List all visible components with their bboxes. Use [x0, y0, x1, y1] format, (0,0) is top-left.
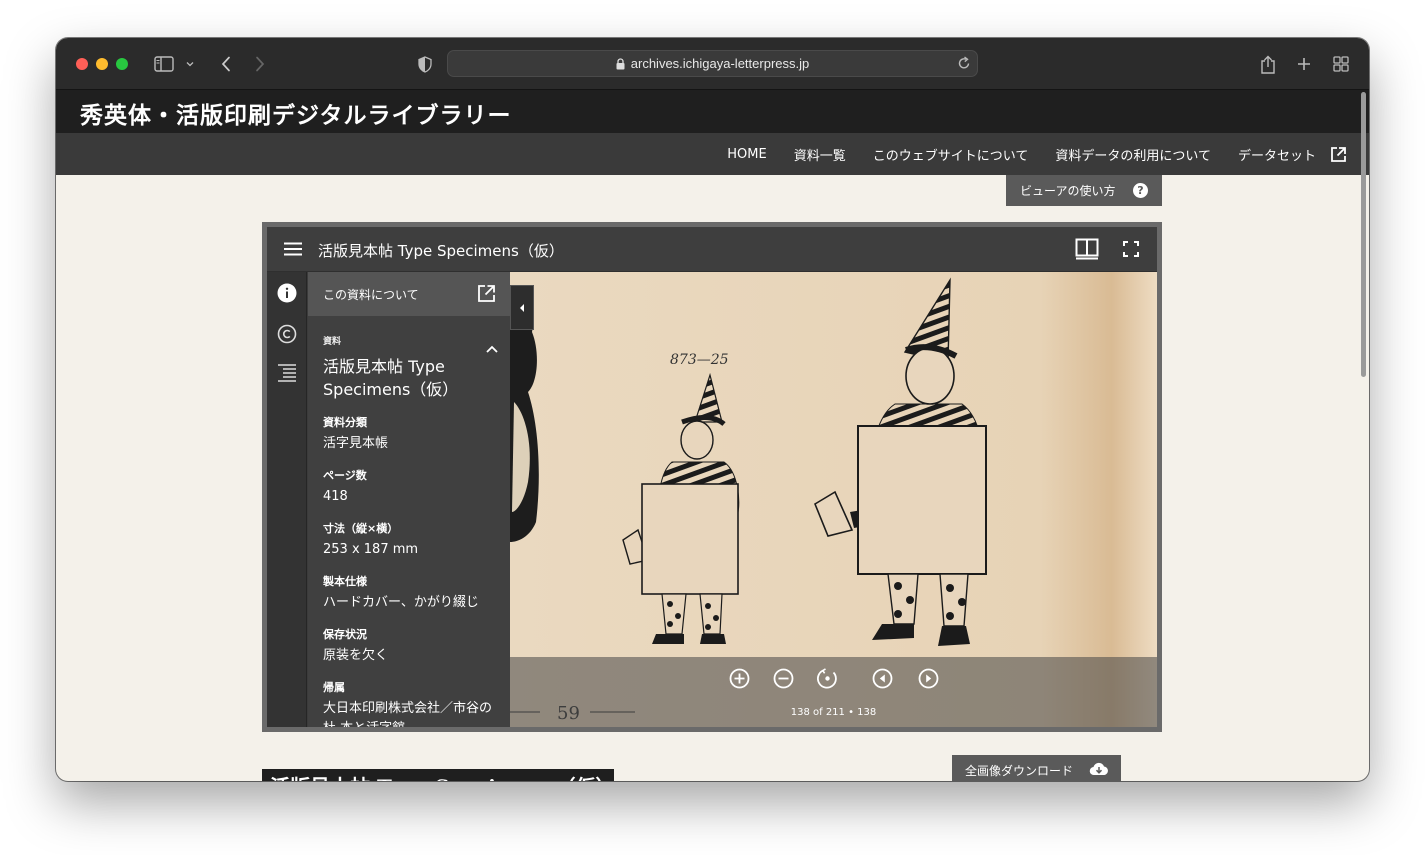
viewer-side-rail [267, 272, 307, 727]
info-icon[interactable] [277, 283, 297, 303]
chevron-down-icon[interactable] [184, 52, 196, 76]
chevron-left-icon [520, 303, 524, 312]
field-value: 大日本印刷株式会社／市谷の杜 本と活字館 [323, 701, 493, 727]
nav-item-dataset[interactable]: データセット [1238, 145, 1347, 164]
viewer-controls: 138 of 211 • 138 [510, 657, 1157, 727]
share-icon[interactable] [1258, 52, 1278, 76]
section-label: 資料 [323, 337, 342, 347]
forward-arrow-icon[interactable] [250, 52, 270, 76]
field-label: 帰属 [323, 681, 345, 694]
book-view-icon[interactable] [1075, 238, 1099, 264]
url-text: archives.ichigaya-letterpress.jp [630, 56, 810, 71]
field-value: 活字見本帳 [323, 436, 389, 451]
previous-page-icon[interactable] [872, 668, 893, 693]
field-label: 資料分類 [323, 416, 367, 429]
cloud-download-icon [1089, 762, 1109, 779]
reload-icon[interactable] [957, 55, 971, 74]
download-all-images-button[interactable]: 全画像ダウンロード [952, 755, 1121, 781]
next-page-icon[interactable] [918, 668, 939, 693]
field-value: ハードカバー、かがり綴じ [323, 595, 479, 610]
field-value: 253 x 187 mm [323, 542, 419, 557]
viewer-help-label: ビューアの使い方 [1020, 184, 1116, 198]
browser-window: archives.ichigaya-letterpress.jp 秀英体・活版印… [56, 38, 1369, 781]
back-arrow-icon[interactable] [216, 52, 236, 76]
viewer-help-button[interactable]: ビューアの使い方 ? [1006, 175, 1162, 206]
image-viewer: 活版見本帖 Type Specimens（仮） この資料について 資料 活版見本… [262, 222, 1162, 732]
field-label: 保存状況 [323, 628, 367, 641]
reset-zoom-icon[interactable] [817, 668, 838, 693]
nav-item-materials[interactable]: 資料一覧 [794, 145, 846, 164]
page-scrollbar-thumb[interactable] [1361, 92, 1366, 377]
address-bar[interactable]: archives.ichigaya-letterpress.jp [447, 50, 978, 77]
viewer-title: 活版見本帖 Type Specimens（仮） [318, 242, 564, 260]
tab-overview-icon[interactable] [1331, 52, 1351, 76]
info-panel-header: この資料について [308, 272, 510, 316]
page-image[interactable]: 873—25 138 of 211 • 138 [510, 272, 1157, 727]
browser-toolbar: archives.ichigaya-letterpress.jp [56, 38, 1369, 90]
material-heading-text: 活版見本帖 Type Specimens（仮） [270, 771, 614, 781]
material-heading: 活版見本帖 Type Specimens（仮） [262, 769, 614, 781]
nav-item-about[interactable]: このウェブサイトについて [873, 145, 1029, 164]
specimen-number: 873—25 [670, 352, 729, 368]
item-title: 活版見本帖 Type Specimens（仮） [323, 357, 459, 399]
info-panel: この資料について 資料 活版見本帖 Type Specimens（仮） 資料分類… [308, 272, 510, 727]
question-icon: ? [1133, 183, 1148, 198]
zoom-in-icon[interactable] [729, 668, 750, 693]
copyright-icon[interactable] [277, 324, 297, 344]
open-in-new-icon[interactable] [477, 284, 496, 306]
sidebar-toggle-icon[interactable] [152, 52, 176, 76]
close-window-button[interactable] [76, 58, 88, 70]
nav-item-home[interactable]: HOME [727, 147, 766, 162]
menu-icon[interactable] [284, 241, 302, 260]
info-panel-header-label: この資料について [323, 287, 419, 302]
minimize-window-button[interactable] [96, 58, 108, 70]
info-panel-body: 資料 活版見本帖 Type Specimens（仮） 資料分類 活字見本帳 ペー… [323, 334, 503, 727]
privacy-shield-icon[interactable] [416, 52, 434, 76]
viewer-topbar: 活版見本帖 Type Specimens（仮） [267, 227, 1157, 272]
zoom-out-icon[interactable] [773, 668, 794, 693]
table-of-contents-icon[interactable] [277, 363, 297, 383]
collapse-panel-button[interactable] [510, 285, 534, 330]
page-indicator: 138 of 211 • 138 [790, 707, 877, 718]
field-label: 製本仕様 [323, 575, 367, 588]
site-navigation: HOME 資料一覧 このウェブサイトについて 資料データの利用について データセ… [56, 133, 1369, 175]
lock-icon [616, 57, 625, 70]
download-all-label: 全画像ダウンロード [965, 763, 1074, 778]
field-value: 418 [323, 489, 348, 504]
field-value: 原装を欠く [323, 648, 389, 663]
zoom-window-button[interactable] [116, 58, 128, 70]
site-header: 秀英体・活版印刷デジタルライブラリー [56, 90, 1369, 133]
nav-item-data-usage[interactable]: 資料データの利用について [1055, 145, 1211, 164]
fullscreen-icon[interactable] [1123, 241, 1139, 261]
nav-item-dataset-label: データセット [1237, 148, 1316, 164]
field-label: ページ数 [323, 469, 367, 482]
new-tab-icon[interactable] [1294, 52, 1314, 76]
field-label: 寸法（縦×横） [323, 522, 399, 535]
external-link-icon [1330, 146, 1347, 163]
site-title[interactable]: 秀英体・活版印刷デジタルライブラリー [80, 96, 512, 130]
